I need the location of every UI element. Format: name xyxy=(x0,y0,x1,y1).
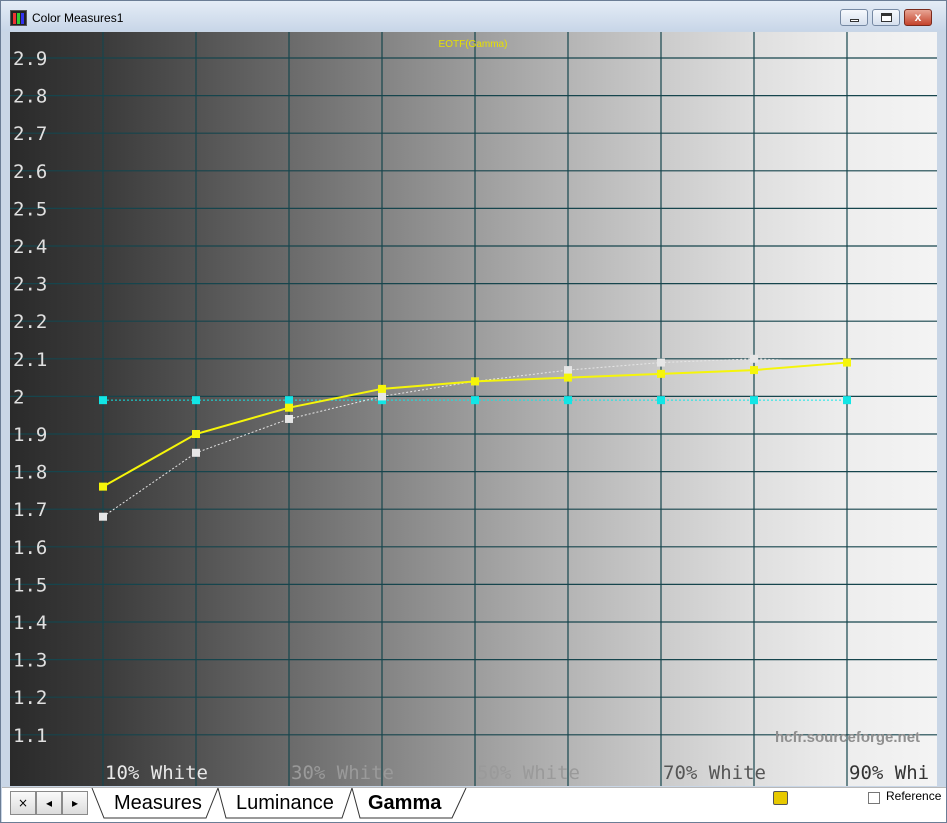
y-tick-label: 2.8 xyxy=(13,86,47,108)
data-point xyxy=(99,482,107,491)
x-tick-label: 10% White xyxy=(105,762,208,784)
prev-tab-button[interactable]: ◂ xyxy=(36,791,62,815)
y-tick-label: 2.2 xyxy=(13,311,47,333)
tab-gamma[interactable]: Gamma xyxy=(368,789,441,817)
close-tab-button[interactable]: × xyxy=(10,791,36,815)
maximize-button[interactable] xyxy=(872,9,900,26)
y-tick-label: 1.9 xyxy=(13,424,47,446)
data-point xyxy=(192,430,200,438)
y-tick-label: 1.4 xyxy=(13,612,47,634)
x-tick-label: 90% Whi xyxy=(849,762,929,784)
data-point xyxy=(843,396,851,405)
chart-title: EOTF(Gamma) xyxy=(439,39,508,50)
next-tab-button[interactable]: ▸ xyxy=(62,791,88,815)
lock-icon xyxy=(773,791,788,805)
y-tick-label: 2 xyxy=(13,386,24,408)
y-tick-label: 2.6 xyxy=(13,161,47,183)
data-point xyxy=(843,358,851,367)
y-tick-label: 2.7 xyxy=(13,123,47,145)
y-tick-label: 1.1 xyxy=(13,725,47,747)
window-title: Color Measures1 xyxy=(32,11,124,25)
data-point xyxy=(657,396,665,405)
y-tick-label: 1.6 xyxy=(13,537,47,559)
y-tick-label: 1.5 xyxy=(13,574,47,596)
y-tick-label: 2.1 xyxy=(13,349,47,371)
x-tick-label: 50% White xyxy=(477,762,580,784)
data-point xyxy=(99,396,107,405)
y-tick-label: 1.7 xyxy=(13,499,47,521)
y-tick-label: 2.3 xyxy=(13,274,47,296)
minimize-icon xyxy=(850,19,859,22)
x-tick-label: 30% White xyxy=(291,762,394,784)
color-measures-window: Color Measures1 x 2.9 2.8 2.7 2.6 2.5 2.4 2.3 2… xyxy=(0,0,947,823)
data-point xyxy=(750,366,758,375)
gamma-chart-svg: 2.9 2.8 2.7 2.6 2.5 2.4 2.3 2.2 2.1 2 1.9 1.8 1.7 1.6… xyxy=(10,32,937,786)
maximize-icon xyxy=(881,13,892,22)
y-tick-label: 2.9 xyxy=(13,48,47,70)
x-tick-label: 70% White xyxy=(663,762,766,784)
data-point xyxy=(750,396,758,405)
data-point xyxy=(471,396,479,405)
data-point xyxy=(564,366,572,375)
gamma-chart: 2.9 2.8 2.7 2.6 2.5 2.4 2.3 2.2 2.1 2 1.9 1.8 1.7 1.6… xyxy=(10,32,937,786)
tab-bar: × ◂ ▸ Measures Luminance Gamma Reference xyxy=(2,787,946,822)
title-bar[interactable]: Color Measures1 x xyxy=(1,1,946,31)
data-point xyxy=(192,396,200,405)
data-point xyxy=(378,384,386,393)
close-button[interactable]: x xyxy=(904,9,932,26)
app-icon xyxy=(10,10,27,26)
reference-label: Reference xyxy=(886,789,942,803)
tab-luminance[interactable]: Luminance xyxy=(236,789,334,817)
data-point xyxy=(99,512,107,521)
y-tick-label: 2.4 xyxy=(13,236,47,258)
tab-measures[interactable]: Measures xyxy=(114,789,202,817)
y-tick-label: 1.2 xyxy=(13,687,47,709)
watermark: hcfr.sourceforge.net xyxy=(775,729,921,746)
data-point xyxy=(750,354,758,363)
minimize-button[interactable] xyxy=(840,9,868,26)
y-tick-label: 1.3 xyxy=(13,650,47,672)
reference-checkbox[interactable] xyxy=(868,792,880,804)
data-point xyxy=(285,403,293,412)
close-icon: x xyxy=(914,10,922,24)
y-tick-label: 1.8 xyxy=(13,462,47,484)
data-point xyxy=(657,369,665,378)
data-point xyxy=(564,373,572,382)
data-point xyxy=(285,414,293,423)
data-point xyxy=(657,358,665,367)
data-point xyxy=(471,377,479,386)
data-point xyxy=(378,392,386,401)
data-point xyxy=(564,396,572,405)
data-point xyxy=(192,448,200,457)
y-tick-label: 2.5 xyxy=(13,198,47,220)
data-point xyxy=(285,396,293,405)
